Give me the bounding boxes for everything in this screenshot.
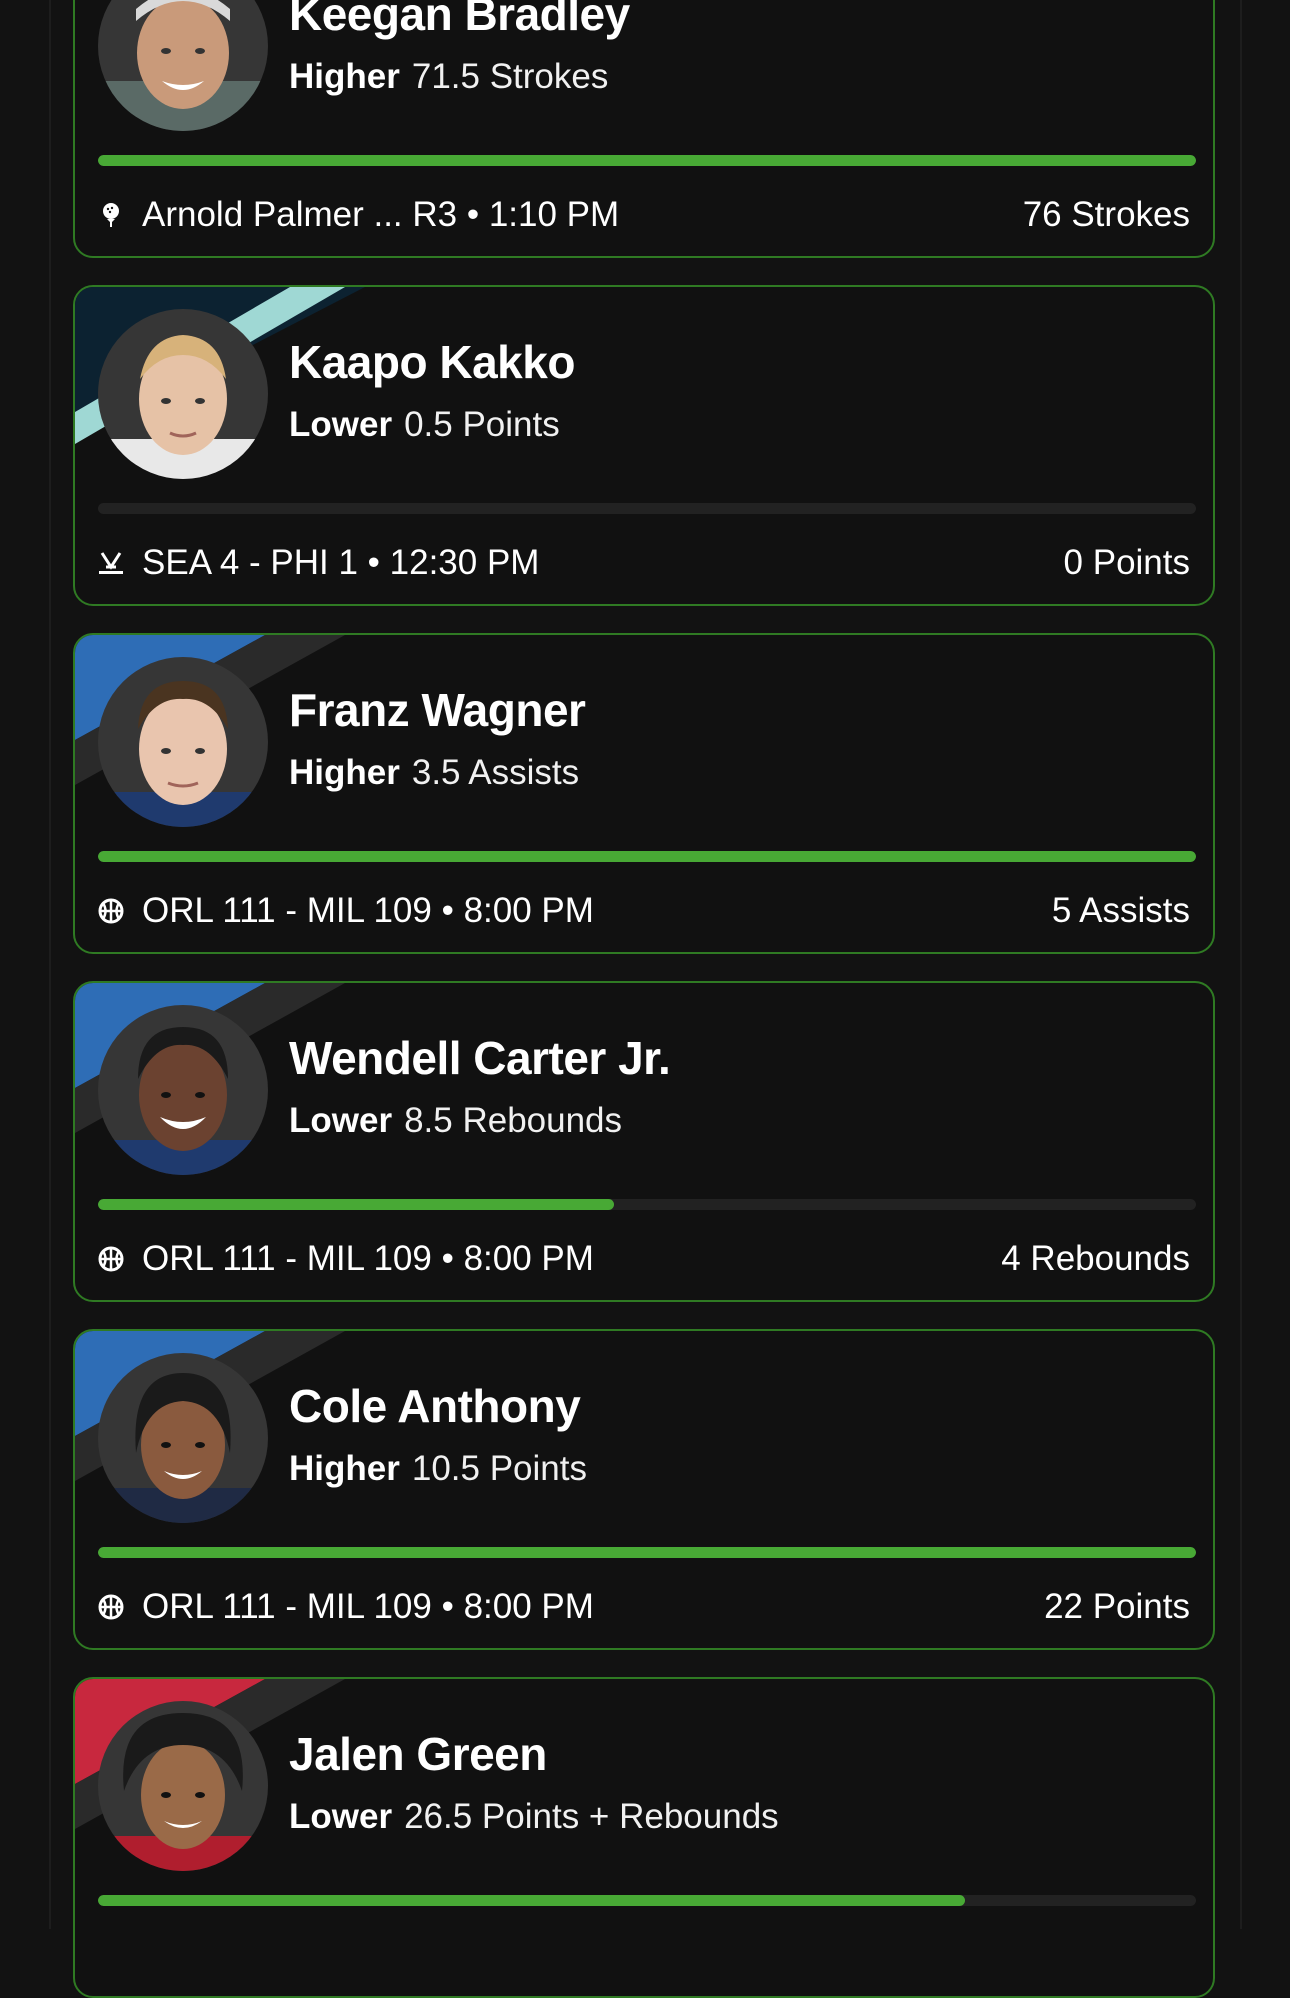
progress-fill xyxy=(98,155,1196,166)
pick-direction: Higher xyxy=(289,1449,400,1488)
progress-fill xyxy=(98,851,1196,862)
player-name: Franz Wagner xyxy=(289,684,586,736)
pick-line: Lower 8.5 Rebounds xyxy=(289,1101,622,1141)
pick-card[interactable]: Keegan Bradley Higher 71.5 Strokes Arnold… xyxy=(73,0,1215,258)
player-avatar xyxy=(98,657,268,827)
player-name: Jalen Green xyxy=(289,1728,547,1780)
player-name: Wendell Carter Jr. xyxy=(289,1032,671,1084)
pick-line: Higher 3.5 Assists xyxy=(289,753,579,793)
basketball-icon xyxy=(98,1594,124,1620)
card-footer: ORL 111 - MIL 109 • 8:00 PM 22 Points xyxy=(98,1584,1190,1630)
pick-direction: Lower xyxy=(289,405,393,444)
pick-card[interactable]: Jalen Green Lower 26.5 Points + Rebounds xyxy=(73,1677,1215,1998)
pick-direction: Higher xyxy=(289,57,400,96)
progress-fill xyxy=(98,1547,1196,1558)
player-name: Cole Anthony xyxy=(289,1380,581,1432)
progress-bar xyxy=(98,1199,1196,1210)
progress-fill xyxy=(98,1895,966,1906)
pick-line: Higher 71.5 Strokes xyxy=(289,57,608,97)
pick-card[interactable]: Cole Anthony Higher 10.5 Points ORL 111 -… xyxy=(73,1329,1215,1650)
pick-value: 8.5 Rebounds xyxy=(404,1101,623,1140)
player-avatar xyxy=(98,1701,268,1871)
player-avatar xyxy=(98,0,268,131)
pick-value: 0.5 Points xyxy=(404,405,560,444)
player-name: Kaapo Kakko xyxy=(289,336,575,388)
progress-bar xyxy=(98,851,1196,862)
game-status: SEA 4 - PHI 1 • 12:30 PM xyxy=(142,543,540,582)
pick-card[interactable]: Kaapo Kakko Lower 0.5 Points SEA 4 - PHI … xyxy=(73,285,1215,606)
card-footer: Arnold Palmer ... R3 • 1:10 PM 76 Stroke… xyxy=(98,192,1190,238)
stat-result: 4 Rebounds xyxy=(1001,1239,1190,1278)
card-footer: ORL 111 - MIL 109 • 8:00 PM 5 Assists xyxy=(98,888,1190,934)
progress-bar xyxy=(98,1547,1196,1558)
hockey-icon xyxy=(98,550,124,576)
pick-value: 71.5 Strokes xyxy=(411,57,609,96)
basketball-icon xyxy=(98,898,124,924)
stat-result: 76 Strokes xyxy=(1022,195,1190,234)
game-info: Arnold Palmer ... R3 • 1:10 PM xyxy=(98,195,619,235)
game-info: ORL 111 - MIL 109 • 8:00 PM xyxy=(98,891,594,931)
card-footer: SEA 4 - PHI 1 • 12:30 PM 0 Points xyxy=(98,540,1190,586)
stat-result: 22 Points xyxy=(1044,1587,1190,1626)
player-avatar xyxy=(98,1005,268,1175)
stat-result: 0 Points xyxy=(1063,543,1190,582)
pick-card[interactable]: Franz Wagner Higher 3.5 Assists ORL 111 -… xyxy=(73,633,1215,954)
golf-icon xyxy=(98,202,124,228)
right-rail xyxy=(1240,0,1242,1929)
stat-result: 5 Assists xyxy=(1051,891,1190,930)
pick-line: Lower 26.5 Points + Rebounds xyxy=(289,1797,779,1837)
pick-direction: Lower xyxy=(289,1101,393,1140)
pick-card[interactable]: Wendell Carter Jr. Lower 8.5 Rebounds ORL… xyxy=(73,981,1215,1302)
basketball-icon xyxy=(98,1246,124,1272)
player-name: Keegan Bradley xyxy=(289,0,630,40)
pick-value: 3.5 Assists xyxy=(411,753,580,792)
game-status: ORL 111 - MIL 109 • 8:00 PM xyxy=(142,1587,594,1626)
pick-direction: Higher xyxy=(289,753,400,792)
pick-line: Higher 10.5 Points xyxy=(289,1449,587,1489)
game-info: ORL 111 - MIL 109 • 8:00 PM xyxy=(98,1587,594,1627)
player-avatar xyxy=(98,1353,268,1523)
progress-bar xyxy=(98,503,1196,514)
player-avatar xyxy=(98,309,268,479)
progress-bar xyxy=(98,1895,1196,1906)
game-status: ORL 111 - MIL 109 • 8:00 PM xyxy=(142,891,594,930)
pick-value: 26.5 Points + Rebounds xyxy=(404,1797,779,1836)
game-status: ORL 111 - MIL 109 • 8:00 PM xyxy=(142,1239,594,1278)
card-footer: ORL 111 - MIL 109 • 8:00 PM 4 Rebounds xyxy=(98,1236,1190,1282)
game-info: ORL 111 - MIL 109 • 8:00 PM xyxy=(98,1239,594,1279)
game-status: Arnold Palmer ... R3 • 1:10 PM xyxy=(142,195,620,234)
progress-fill xyxy=(98,1199,615,1210)
pick-line: Lower 0.5 Points xyxy=(289,405,560,445)
progress-bar xyxy=(98,155,1196,166)
pick-value: 10.5 Points xyxy=(411,1449,587,1488)
pick-direction: Lower xyxy=(289,1797,393,1836)
left-rail xyxy=(49,0,51,1929)
game-info: SEA 4 - PHI 1 • 12:30 PM xyxy=(98,543,539,583)
